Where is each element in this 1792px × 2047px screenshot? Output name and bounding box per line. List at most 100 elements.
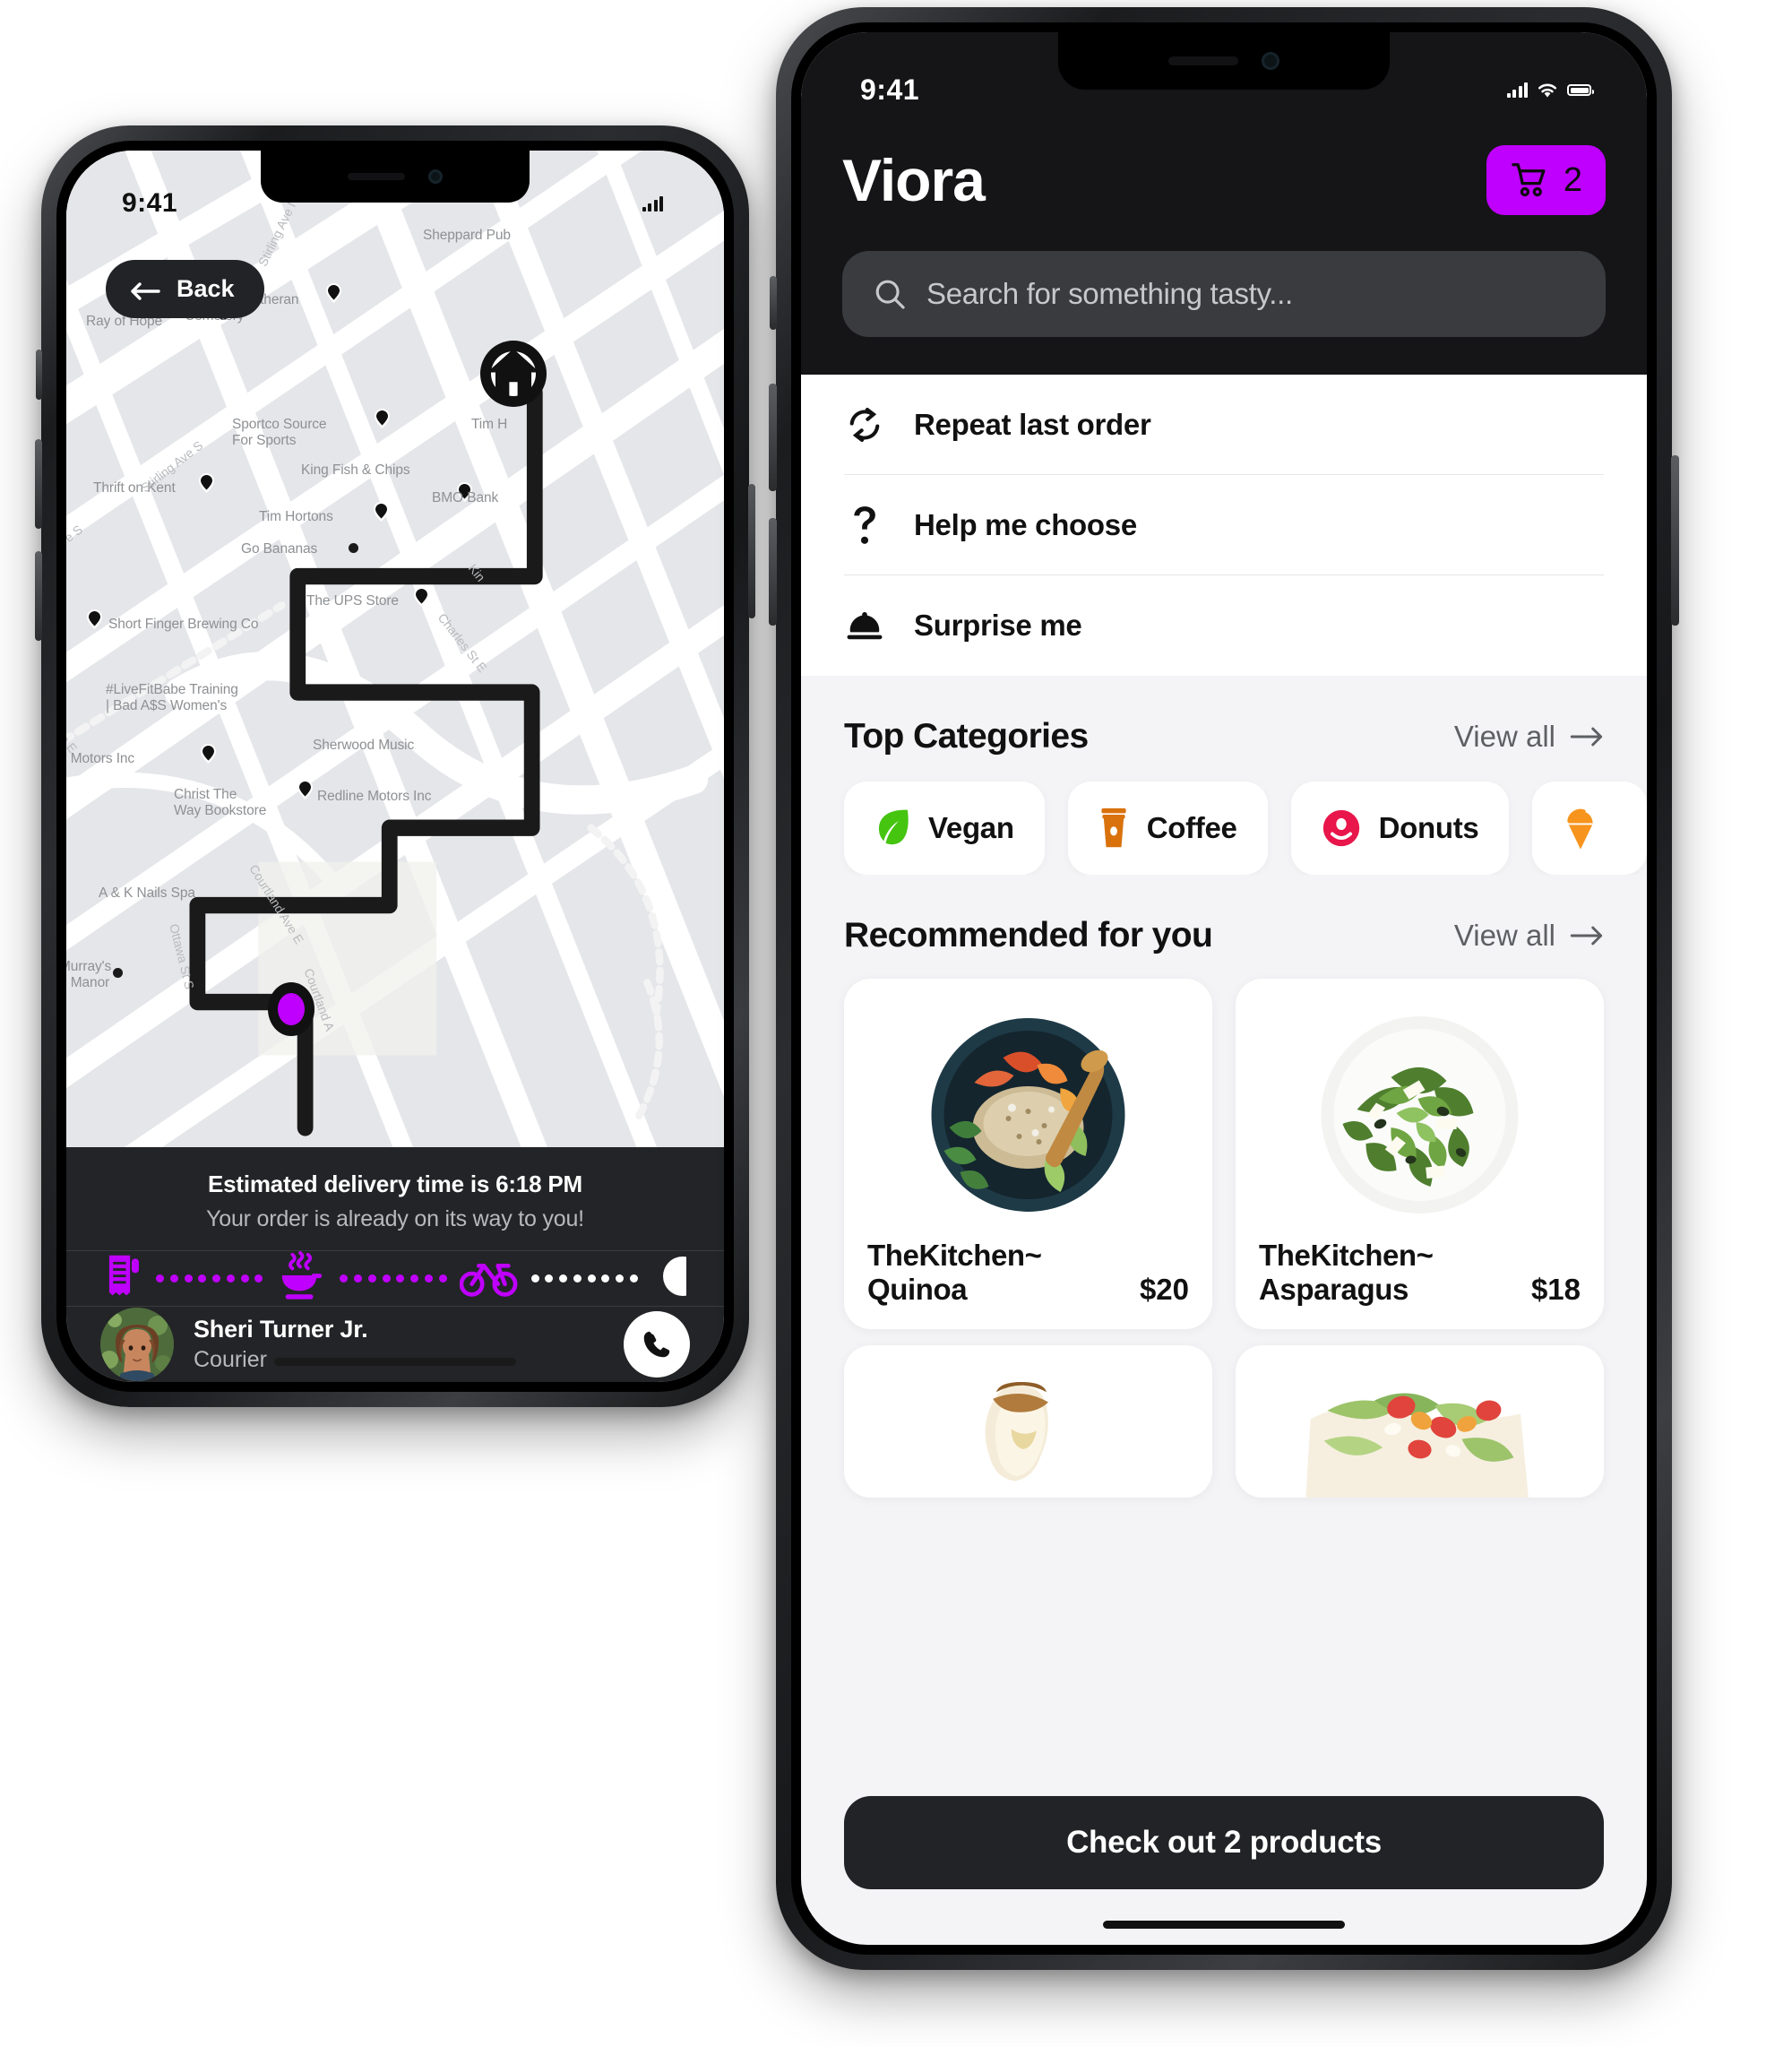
poi-pin-ups <box>414 587 429 607</box>
category-label: Donuts <box>1378 811 1479 844</box>
map-label: The UPS Store <box>306 593 399 609</box>
call-courier-button[interactable] <box>624 1310 690 1378</box>
home-indicator <box>1103 1921 1345 1929</box>
checkout-button[interactable]: Check out 2 products <box>844 1796 1604 1889</box>
top-categories-strip[interactable]: Vegan Coffee Donuts <box>801 756 1647 875</box>
poi-pin-motors <box>201 744 216 764</box>
category-chip-coffee[interactable]: Coffee <box>1067 782 1268 875</box>
home-icon <box>487 349 540 399</box>
category-chip-vegan[interactable]: Vegan <box>844 782 1045 875</box>
map-label: Tim H <box>471 417 508 432</box>
section-title: Top Categories <box>844 717 1089 756</box>
product-card-avocado-toast[interactable] <box>1236 1344 1604 1498</box>
phone-left-volume-up-button[interactable] <box>35 439 42 529</box>
product-name-price-row: Asparagus $18 <box>1259 1273 1581 1307</box>
shopping-cart-icon <box>1512 163 1546 197</box>
view-all-label: View all <box>1453 720 1555 753</box>
back-button[interactable]: Back <box>106 260 264 318</box>
phone-right-volume-down-button[interactable] <box>769 518 777 626</box>
current-location-marker[interactable] <box>268 982 314 1036</box>
recommended-view-all[interactable]: View all <box>1454 919 1604 953</box>
product-card-dessert[interactable] <box>844 1344 1212 1498</box>
earpiece-speaker-icon <box>1168 56 1238 65</box>
avocado-toast-photo <box>1293 1368 1546 1498</box>
category-label: Coffee <box>1146 811 1237 844</box>
delivered-icon <box>650 1256 702 1300</box>
phone-left-volume-down-button[interactable] <box>35 551 42 641</box>
viora-home-screen: 9:41 Viora 2 Search for something tasty.… <box>801 32 1647 1945</box>
coffee-cup-icon <box>1101 808 1126 848</box>
progress-dots-3 <box>519 1274 650 1283</box>
map-label: #LiveFitBabe Training | Bad A$S Women's <box>106 682 238 714</box>
phone-right-bezel: 9:41 Viora 2 Search for something tasty.… <box>791 22 1657 1955</box>
receipt-icon <box>104 1254 143 1303</box>
map-label: Murray's d Manor <box>66 959 112 991</box>
viora-app-phone: 9:41 Viora 2 Search for something tasty.… <box>769 7 1679 1970</box>
phone-right-volume-up-button[interactable] <box>769 384 777 491</box>
asparagus-salad-photo <box>1285 1002 1555 1228</box>
quick-action-help-me-choose[interactable]: Help me choose <box>844 475 1604 575</box>
map-label: Short Finger Brewing Co <box>108 617 259 632</box>
poi-pin-redline <box>294 782 309 801</box>
poi-pin-tim-hortons <box>374 502 389 522</box>
product-price: $20 <box>1139 1273 1189 1307</box>
map-label: Sherwood Music <box>313 738 415 753</box>
section-title: Recommended for you <box>844 916 1213 954</box>
front-camera-icon <box>1262 52 1279 70</box>
product-card-asparagus[interactable]: TheKitchen~ Asparagus $18 <box>1236 979 1604 1329</box>
home-destination-marker[interactable] <box>480 341 547 407</box>
product-card-quinoa[interactable]: TheKitchen~ Quinoa $20 <box>844 979 1212 1329</box>
category-label: Vegan <box>928 811 1014 844</box>
poi-pin-sportco <box>375 409 390 428</box>
bicycle-icon <box>459 1255 519 1302</box>
map-label: Redline Motors Inc <box>317 789 432 804</box>
phone-left-bezel: Sheppard PubSt Peters Lutheran CemeteryR… <box>56 141 734 1392</box>
quick-action-repeat-last-order[interactable]: Repeat last order <box>844 375 1604 475</box>
phone-left-power-button[interactable] <box>748 484 755 618</box>
view-all-label: View all <box>1453 919 1555 952</box>
product-price: $18 <box>1530 1273 1581 1307</box>
cart-button[interactable]: 2 <box>1486 145 1606 215</box>
product-name-line1: TheKitchen~ <box>867 1239 1042 1272</box>
poi-pin-brewing <box>87 609 102 629</box>
product-name-line2: Asparagus <box>1259 1273 1409 1307</box>
search-input[interactable]: Search for something tasty... <box>842 251 1606 337</box>
phone-right-power-button[interactable] <box>1671 455 1679 626</box>
search-icon <box>875 280 905 309</box>
delivery-status-panel: Estimated delivery time is 6:18 PM Your … <box>66 1147 724 1382</box>
poi-dot-go-bananas <box>349 543 358 553</box>
product-name-price-row: Quinoa $20 <box>867 1273 1189 1307</box>
eta-title: Estimated delivery time is 6:18 PM <box>207 1170 583 1197</box>
quick-action-surprise-me[interactable]: Surprise me <box>844 575 1604 676</box>
phone-left-notch <box>261 151 530 203</box>
product-name-line1: TheKitchen~ <box>1259 1239 1434 1272</box>
checkout-bar: Check out 2 products <box>801 1796 1647 1889</box>
phone-right-mute-button[interactable] <box>770 276 777 330</box>
map-label: Sportco Source For Sports <box>232 417 327 449</box>
recommended-grid-partial <box>801 1329 1647 1498</box>
arrow-left-icon <box>130 280 160 300</box>
back-button-label: Back <box>177 275 235 302</box>
progress-dots-2 <box>327 1274 459 1283</box>
quick-action-label: Repeat last order <box>914 407 1151 441</box>
delivery-tracking-phone: Sheppard PubSt Peters Lutheran CemeteryR… <box>35 125 755 1407</box>
top-categories-view-all[interactable]: View all <box>1454 720 1604 754</box>
recommended-grid: TheKitchen~ Quinoa $20 TheKitchen~ Aspar… <box>801 955 1647 1329</box>
top-categories-header: Top Categories View all <box>801 676 1647 756</box>
poi-dot-murrays <box>113 968 123 978</box>
search-placeholder: Search for something tasty... <box>926 277 1293 310</box>
category-chip-donuts[interactable]: Donuts <box>1290 782 1510 875</box>
destination-dot-icon <box>278 993 305 1025</box>
quick-action-label: Help me choose <box>914 507 1137 541</box>
poi-pin-thrift <box>199 473 214 493</box>
quick-actions-card: Repeat last order Help me choose Surpris… <box>801 375 1647 676</box>
leaf-icon <box>878 809 909 845</box>
home-indicator <box>274 1358 516 1366</box>
courier-row[interactable]: Sheri Turner Jr. Courier <box>66 1305 724 1382</box>
phone-right-notch <box>1058 32 1390 90</box>
dessert-photo <box>901 1368 1155 1498</box>
phone-left-mute-button[interactable] <box>36 350 42 400</box>
poi-pin-cemetery <box>326 283 341 303</box>
category-chip-icecream[interactable] <box>1532 782 1647 875</box>
order-progress-tracker <box>66 1250 724 1306</box>
